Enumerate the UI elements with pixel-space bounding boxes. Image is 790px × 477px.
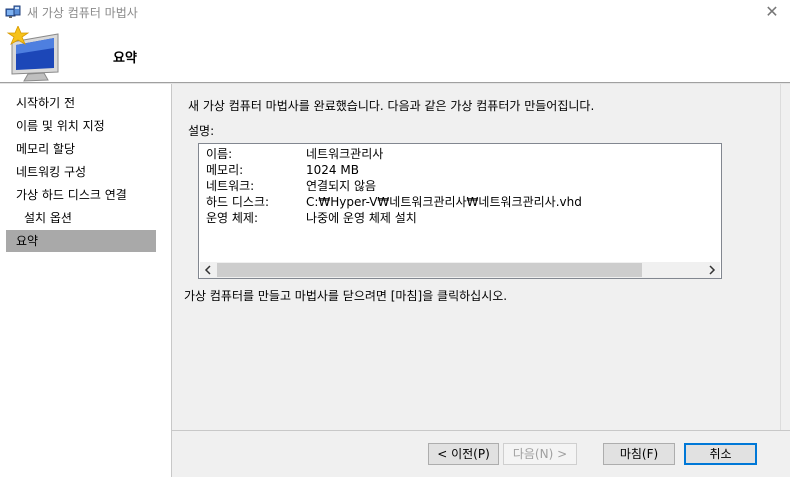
nav-item-summary[interactable]: 요약 [6,230,156,252]
cancel-button[interactable]: 취소 [684,443,757,465]
nav-item-installation-options[interactable]: 설치 옵션 [6,207,156,229]
description-label: 설명: [188,124,215,138]
nav-item-label: 이름 및 위치 지정 [16,119,105,133]
summary-value: 연결되지 않음 [306,179,377,193]
hyper-v-wizard-icon [5,4,21,20]
summary-value: 네트워크관리사 [306,147,384,161]
nav-item-virtual-hard-disk[interactable]: 가상 하드 디스크 연결 [6,184,156,206]
nav-item-label: 요약 [16,234,39,248]
nav-item-label: 설치 옵션 [24,211,72,225]
nav-item-label: 시작하기 전 [16,96,76,110]
nav-item-networking[interactable]: 네트워킹 구성 [6,161,156,183]
wizard-header: 요약 [0,24,790,82]
nav-item-label: 메모리 할당 [16,142,76,156]
summary-key: 이름: [206,147,233,161]
computer-monitor-star-icon [6,24,66,84]
summary-description-box[interactable]: 이름: 네트워크관리사 메모리: 1024 MB 네트워크: 연결되지 않음 하… [198,143,722,279]
nav-item-before-you-begin[interactable]: 시작하기 전 [6,92,156,114]
finish-hint: 가상 컴퓨터를 만들고 마법사를 닫으려면 [마침]을 클릭하십시오. [184,289,508,303]
summary-key: 메모리: [206,163,244,177]
close-button[interactable]: ✕ [760,2,784,22]
title-bar: 새 가상 컴퓨터 마법사 ✕ [0,0,790,24]
nav-item-name-and-location[interactable]: 이름 및 위치 지정 [6,115,156,137]
window-title: 새 가상 컴퓨터 마법사 [27,6,138,20]
summary-value: C:₩Hyper-V₩네트워크관리사₩네트워크관리사.vhd [306,195,582,209]
summary-value: 1024 MB [306,163,359,177]
next-button[interactable]: 다음(N) > [503,443,577,465]
nav-item-label: 가상 하드 디스크 연결 [16,188,127,202]
close-icon: ✕ [765,2,779,21]
wizard-footer: < 이전(P) 다음(N) > 마침(F) 취소 [172,431,790,477]
chevron-left-icon[interactable] [200,262,216,278]
completion-message: 새 가상 컴퓨터 마법사를 완료했습니다. 다음과 같은 가상 컴퓨터가 만들어… [188,99,595,113]
summary-key: 운영 체제: [206,211,259,225]
summary-key: 네트워크: [206,179,255,193]
page-title: 요약 [113,51,137,66]
summary-key: 하드 디스크: [206,195,270,209]
nav-item-memory[interactable]: 메모리 할당 [6,138,156,160]
horizontal-scrollbar[interactable] [200,262,720,278]
nav-item-label: 네트워킹 구성 [16,165,87,179]
summary-value: 나중에 운영 체제 설치 [306,211,417,225]
summary-panel: 새 가상 컴퓨터 마법사를 완료했습니다. 다음과 같은 가상 컴퓨터가 만들어… [172,84,790,430]
previous-button[interactable]: < 이전(P) [428,443,499,465]
finish-button[interactable]: 마침(F) [603,443,675,465]
chevron-right-icon[interactable] [704,262,720,278]
wizard-steps-sidebar: 시작하기 전 이름 및 위치 지정 메모리 할당 네트워킹 구성 가상 하드 디… [0,84,171,477]
vertical-scrollbar[interactable] [780,84,790,430]
scrollbar-thumb[interactable] [217,263,642,277]
